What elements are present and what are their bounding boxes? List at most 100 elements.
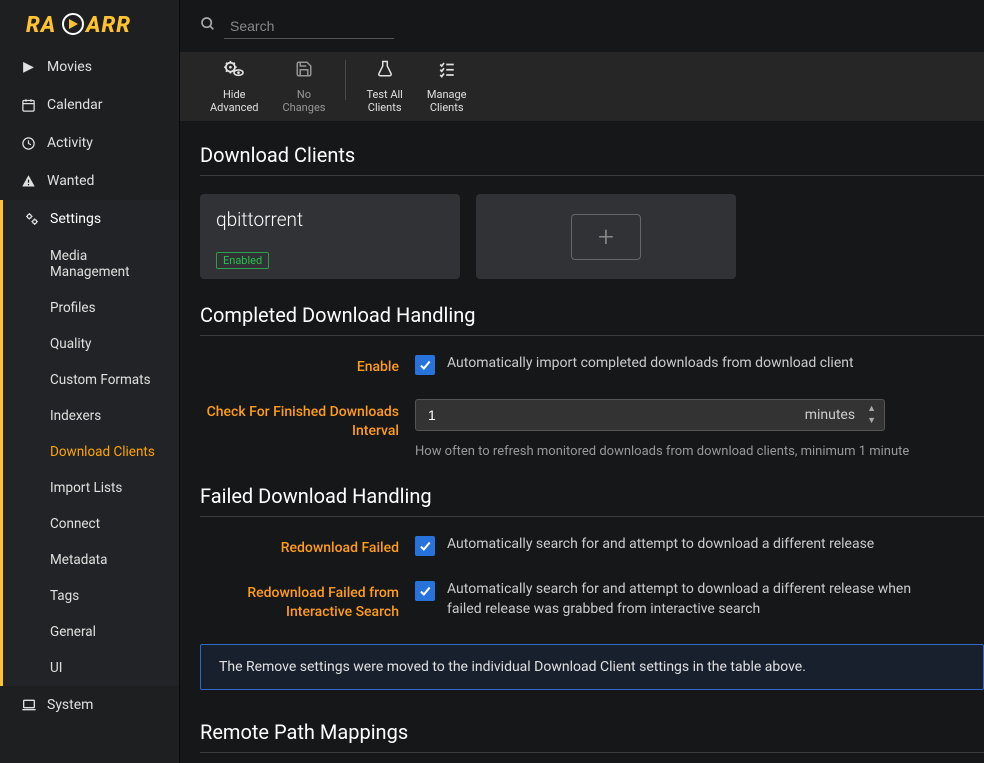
redownload-desc: Automatically search for and attempt to … (447, 535, 874, 555)
search-wrap (200, 14, 394, 39)
nav-label: Wanted (47, 173, 94, 189)
subnav-media-management[interactable]: Media Management (3, 238, 179, 290)
add-client-button[interactable]: + (476, 194, 736, 279)
subnav-download-clients[interactable]: Download Clients (3, 434, 179, 470)
redownload-interactive-row: Redownload Failed from Interactive Searc… (200, 580, 984, 622)
enable-row: Enable Automatically import completed do… (200, 354, 984, 377)
gear-eye-icon (223, 60, 245, 85)
section-title: Download Clients (200, 143, 984, 167)
enable-label: Enable (200, 354, 415, 377)
redownload-interactive-label: Redownload Failed from Interactive Searc… (200, 580, 415, 622)
interval-row: Check For Finished Downloads Interval mi… (200, 399, 984, 461)
nav-label: System (47, 697, 93, 713)
calendar-icon (20, 98, 37, 113)
sidebar: RA ARR ▶ Movies Calendar Activity W (0, 0, 180, 763)
tool-label-1: Manage (427, 88, 467, 102)
nav-label: Calendar (47, 97, 103, 113)
nav-settings[interactable]: Settings (3, 200, 179, 238)
save-icon (295, 60, 313, 85)
redownload-interactive-desc: Automatically search for and attempt to … (447, 580, 914, 619)
main: Hide Advanced No Changes Test All Client… (180, 0, 984, 763)
subnav-import-lists[interactable]: Import Lists (3, 470, 179, 506)
client-name: qbittorrent (216, 208, 444, 231)
laptop-icon (20, 697, 37, 713)
subnav-metadata[interactable]: Metadata (3, 542, 179, 578)
interval-label: Check For Finished Downloads Interval (200, 399, 415, 461)
save-button[interactable]: No Changes (270, 60, 337, 115)
redownload-label: Redownload Failed (200, 535, 415, 558)
subnav-profiles[interactable]: Profiles (3, 290, 179, 326)
enable-checkbox[interactable] (415, 355, 435, 375)
tool-label-2: Clients (430, 101, 464, 115)
svg-text:ARR: ARR (84, 13, 131, 38)
nav-activity[interactable]: Activity (0, 124, 179, 162)
nav-movies[interactable]: ▶ Movies (0, 48, 179, 86)
remote-path-section: Remote Path Mappings (180, 720, 984, 753)
redownload-row: Redownload Failed Automatically search f… (200, 535, 984, 558)
tool-label-1: Test All (366, 88, 402, 102)
subnav-indexers[interactable]: Indexers (3, 398, 179, 434)
tool-label-1: No (297, 88, 311, 102)
warning-icon (20, 174, 37, 189)
divider (200, 335, 984, 336)
clock-icon (20, 136, 37, 151)
topbar (180, 0, 984, 52)
subnav-ui[interactable]: UI (3, 650, 179, 686)
nav-label: Settings (50, 211, 101, 227)
subnav-connect[interactable]: Connect (3, 506, 179, 542)
chevron-up-icon: ▲ (867, 403, 876, 414)
content: Download Clients qbittorrent Enabled + C… (180, 121, 984, 763)
subnav-tags[interactable]: Tags (3, 578, 179, 614)
section-title: Completed Download Handling (200, 303, 984, 327)
interval-help: How often to refresh monitored downloads… (415, 443, 914, 461)
download-clients-section: Download Clients qbittorrent Enabled + (180, 143, 984, 279)
divider (200, 175, 984, 176)
settings-group: Settings Media Management Profiles Quali… (0, 200, 179, 686)
tool-label-2: Clients (368, 101, 402, 115)
completed-download-section: Completed Download Handling Enable Autom… (180, 303, 984, 460)
search-icon (200, 16, 216, 36)
client-card-qbittorrent[interactable]: qbittorrent Enabled (200, 194, 460, 279)
subnav-custom-formats[interactable]: Custom Formats (3, 362, 179, 398)
chevron-down-icon: ▼ (867, 415, 876, 426)
play-icon: ▶ (20, 59, 37, 75)
divider (200, 752, 984, 753)
nav-wanted[interactable]: Wanted (0, 162, 179, 200)
info-alert: The Remove settings were moved to the in… (200, 644, 984, 690)
interval-input[interactable] (416, 407, 805, 423)
tool-label-2: Changes (282, 101, 325, 115)
subnav-general[interactable]: General (3, 614, 179, 650)
logo[interactable]: RA ARR (0, 0, 179, 48)
client-cards: qbittorrent Enabled + (200, 194, 984, 279)
hide-advanced-button[interactable]: Hide Advanced (198, 60, 270, 115)
test-icon (376, 60, 394, 85)
redownload-checkbox[interactable] (415, 536, 435, 556)
svg-text:RA: RA (26, 13, 56, 38)
nav: ▶ Movies Calendar Activity Wanted (0, 48, 179, 724)
section-title: Failed Download Handling (200, 484, 984, 508)
test-all-clients-button[interactable]: Test All Clients (354, 60, 414, 115)
subnav-quality[interactable]: Quality (3, 326, 179, 362)
tool-label-1: Hide (223, 88, 246, 102)
manage-clients-button[interactable]: Manage Clients (415, 60, 479, 115)
failed-download-section: Failed Download Handling Redownload Fail… (180, 484, 984, 690)
status-badge: Enabled (216, 252, 269, 269)
section-title: Remote Path Mappings (200, 720, 984, 744)
enable-desc: Automatically import completed downloads… (447, 354, 854, 374)
gears-icon (23, 211, 40, 227)
nav-label: Activity (47, 135, 93, 151)
nav-system[interactable]: System (0, 686, 179, 724)
toolbar: Hide Advanced No Changes Test All Client… (180, 52, 984, 121)
interval-input-wrap: minutes ▲ ▼ (415, 399, 885, 431)
settings-subnav: Media Management Profiles Quality Custom… (3, 238, 179, 686)
search-input[interactable] (224, 14, 394, 39)
tool-label-2: Advanced (210, 101, 258, 115)
nav-label: Movies (47, 59, 92, 75)
nav-calendar[interactable]: Calendar (0, 86, 179, 124)
interval-unit: minutes (805, 407, 859, 423)
plus-icon: + (571, 214, 641, 260)
spinner-buttons[interactable]: ▲ ▼ (859, 403, 884, 426)
checklist-icon (438, 60, 456, 85)
redownload-interactive-checkbox[interactable] (415, 581, 435, 601)
toolbar-separator (345, 60, 346, 100)
